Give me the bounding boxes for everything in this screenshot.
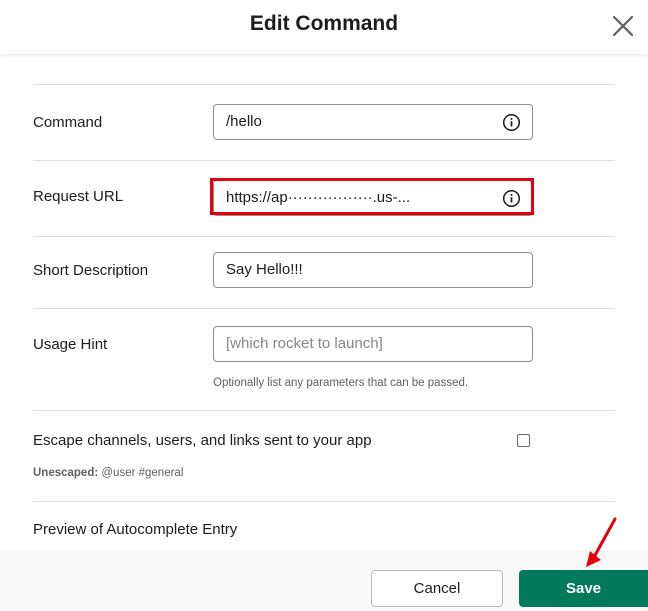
divider [33, 410, 615, 411]
cancel-button[interactable]: Cancel [371, 570, 503, 607]
usage-hint-input[interactable]: [which rocket to launch] [213, 326, 533, 362]
divider [33, 160, 615, 161]
short-description-value: Say Hello!!! [226, 261, 303, 278]
unescaped-note-label: Unescaped: [33, 467, 99, 479]
dialog-body: Command /hello Request URL https://ap···… [0, 54, 648, 550]
divider [33, 308, 615, 309]
request-url-highlight [210, 178, 534, 215]
usage-hint-placeholder: [which rocket to launch] [226, 335, 383, 352]
close-button[interactable] [608, 11, 638, 41]
divider [33, 501, 615, 502]
annotation-arrow-icon [586, 517, 617, 567]
preview-label: Preview of Autocomplete Entry [33, 521, 238, 538]
command-value: /hello [226, 113, 262, 130]
usage-hint-help: Optionally list any parameters that can … [213, 377, 469, 389]
short-description-label: Short Description [33, 262, 149, 279]
request-url-label: Request URL [33, 188, 124, 205]
escape-label: Escape channels, users, and links sent t… [33, 432, 372, 449]
usage-hint-label: Usage Hint [33, 336, 108, 353]
info-icon[interactable] [502, 113, 521, 132]
dialog-title: Edit Command [249, 12, 399, 35]
divider [33, 84, 615, 85]
dialog-header: Edit Command [0, 0, 648, 54]
unescaped-note: Unescaped: @user #general [33, 467, 183, 479]
save-button[interactable]: Save [519, 570, 648, 607]
command-label: Command [33, 114, 103, 131]
unescaped-note-text: @user #general [98, 467, 184, 479]
escape-checkbox[interactable] [517, 434, 530, 447]
short-description-input[interactable]: Say Hello!!! [213, 252, 533, 288]
dialog-footer: Cancel Save [0, 550, 648, 611]
divider [33, 236, 615, 237]
command-input[interactable]: /hello [213, 104, 533, 140]
close-icon [612, 15, 634, 37]
